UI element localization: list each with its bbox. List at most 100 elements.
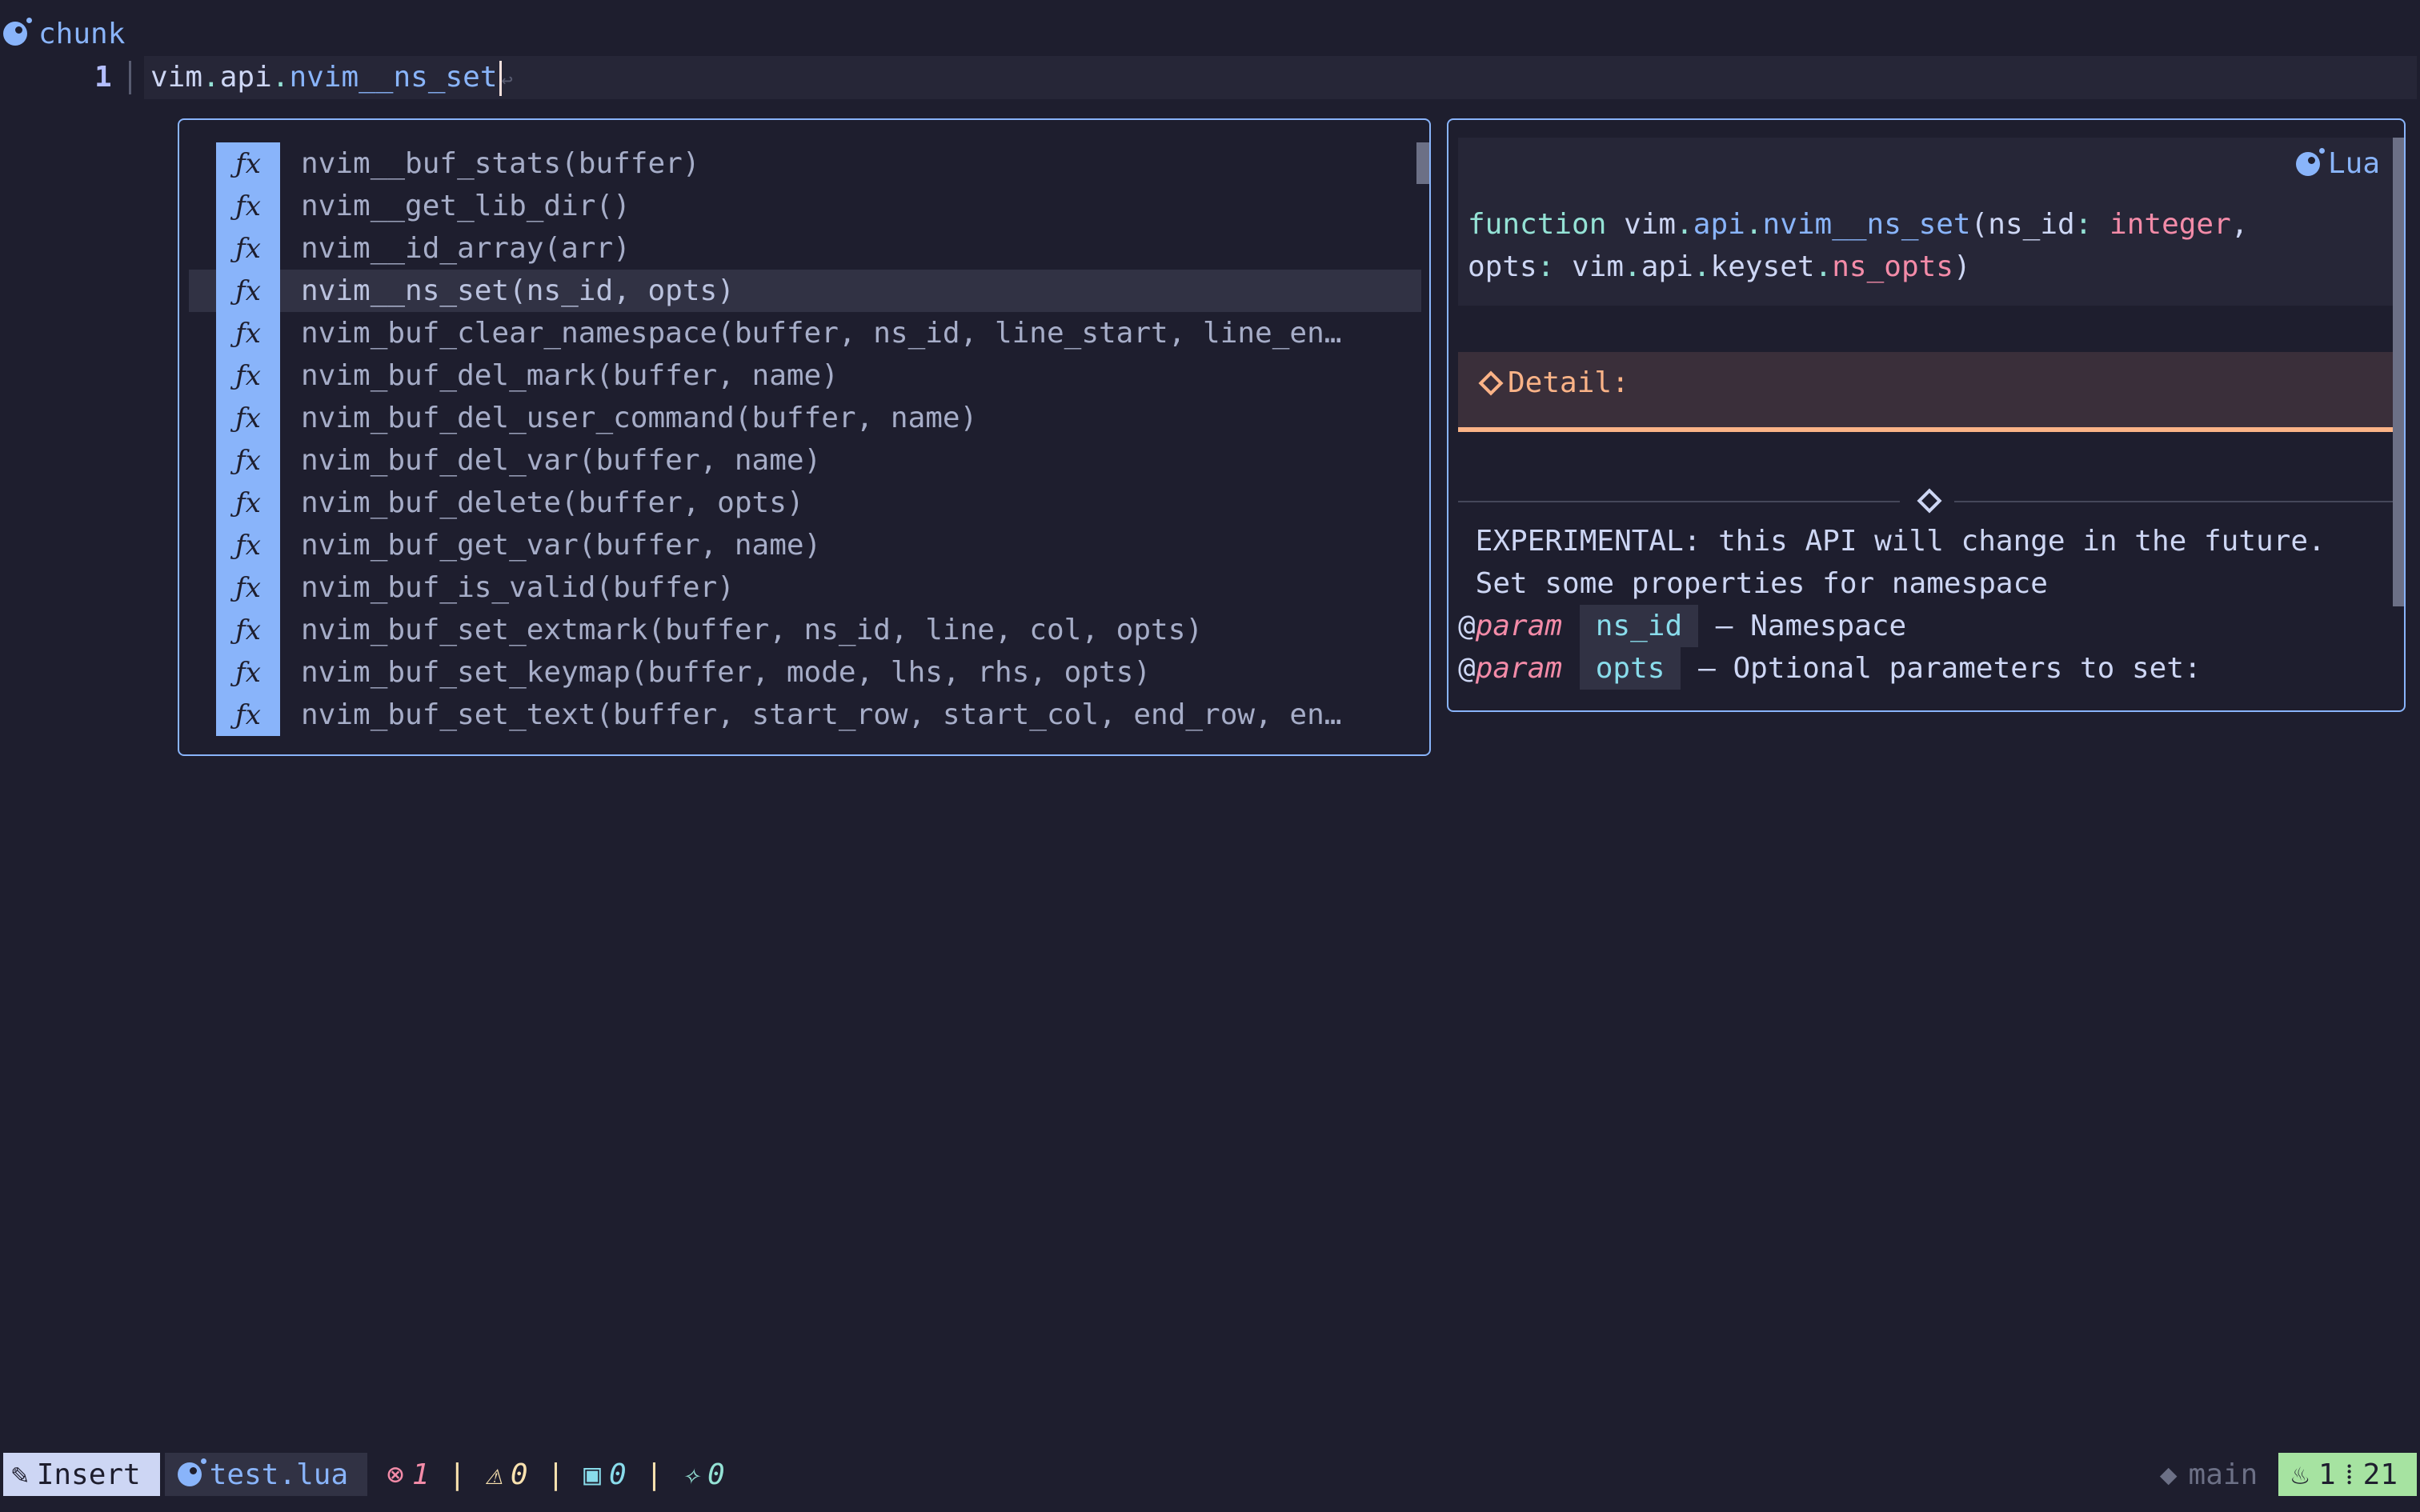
warning-count[interactable]: ⚠ 0 — [485, 1458, 527, 1491]
completion-scrollbar[interactable] — [1416, 142, 1429, 184]
completion-item[interactable]: ƒx nvim__ns_set(ns_id, opts) — [189, 270, 1421, 312]
git-branch[interactable]: ◆ main — [2160, 1458, 2258, 1491]
param-name: ns_id — [1579, 605, 1699, 647]
docs-scrollbar[interactable] — [2393, 138, 2404, 606]
function-icon: ƒx — [216, 185, 280, 227]
function-icon: ƒx — [216, 227, 280, 270]
warning-icon: ⚠ — [485, 1458, 503, 1491]
cursor-position: ♨ 1 ⁞ 21 — [2278, 1453, 2417, 1496]
completion-item-label: nvim_buf_del_mark(buffer, name) — [301, 359, 839, 392]
lua-icon — [177, 1458, 206, 1486]
completion-item-label: nvim__id_array(arr) — [301, 232, 631, 265]
hint-value: 0 — [707, 1458, 725, 1491]
completion-item[interactable]: ƒx nvim_buf_set_extmark(buffer, ns_id, li… — [189, 609, 1421, 651]
mode-label: Insert — [36, 1458, 141, 1491]
error-count[interactable]: ⊗ 1 — [387, 1458, 429, 1491]
function-icon: ƒx — [216, 397, 280, 439]
completion-item-label: nvim_buf_set_extmark(buffer, ns_id, line… — [301, 614, 1204, 646]
completion-item-label: nvim__ns_set(ns_id, opts) — [301, 274, 735, 307]
completion-item-label: nvim_buf_del_var(buffer, name) — [301, 444, 822, 477]
function-icon: ƒx — [216, 566, 280, 609]
mode-indicator: ✎ Insert — [3, 1453, 160, 1496]
eol-icon: ↩ — [501, 69, 513, 91]
completion-item[interactable]: ƒx nvim__get_lib_dir() — [189, 185, 1421, 227]
detail-section: Detail: — [1458, 352, 2396, 432]
param-desc: — Namespace — [1698, 610, 1907, 642]
completion-menu[interactable]: ƒx nvim__buf_stats(buffer) ƒx nvim__get_lib… — [178, 118, 1431, 756]
sig-module: vim — [1624, 208, 1677, 241]
editor-line[interactable]: 1 vim.api.nvim__ns_set ↩ — [0, 56, 2420, 99]
documentation-window[interactable]: Lua function vim.api.nvim__ns_set(ns_id:… — [1447, 118, 2406, 712]
completion-item-label: nvim_buf_set_keymap(buffer, mode, lhs, r… — [301, 656, 1152, 689]
git-branch-icon: ◆ — [2159, 1458, 2178, 1491]
sig-keyword: function — [1468, 208, 1607, 241]
function-icon: ƒx — [216, 651, 280, 694]
warning-value: 0 — [510, 1458, 528, 1491]
param-keyword: param — [1475, 652, 1563, 685]
detail-heading: Detail: — [1478, 366, 1629, 399]
sig-type: keyset — [1710, 250, 1815, 283]
section-separator — [1458, 488, 2396, 514]
function-icon: ƒx — [216, 609, 280, 651]
completion-item-label: nvim_buf_is_valid(buffer) — [301, 571, 735, 604]
pen-icon: ✎ — [11, 1458, 29, 1491]
file-label: test.lua — [209, 1458, 349, 1491]
error-icon: ⊗ — [387, 1458, 404, 1491]
completion-item[interactable]: ƒx nvim_buf_del_user_command(buffer, name… — [189, 397, 1421, 439]
completion-item-label: nvim_buf_clear_namespace(buffer, ns_id, … — [301, 317, 1342, 350]
function-icon: ƒx — [216, 694, 280, 736]
separator: | — [448, 1458, 467, 1491]
file-name[interactable]: test.lua — [164, 1453, 368, 1496]
diamond-icon — [1917, 488, 1942, 514]
info-value: 0 — [608, 1458, 627, 1491]
param-keyword: param — [1475, 610, 1563, 642]
diamond-icon — [1478, 370, 1504, 396]
sig-param: ns_id — [1988, 208, 2075, 241]
completion-item[interactable]: ƒx nvim_buf_get_var(buffer, name) — [189, 524, 1421, 566]
completion-item[interactable]: ƒx nvim_buf_set_keymap(buffer, mode, lhs,… — [189, 651, 1421, 694]
completion-item-label: nvim_buf_get_var(buffer, name) — [301, 529, 822, 562]
statusline: ✎ Insert test.lua ⊗ 1 | ⚠ 0 | ▣ 0 | ✧ 0 … — [0, 1453, 2420, 1496]
sig-type: vim — [1572, 250, 1625, 283]
completion-item-label: nvim__buf_stats(buffer) — [301, 147, 700, 180]
completion-item[interactable]: ƒx nvim_buf_del_var(buffer, name) — [189, 439, 1421, 482]
code-dot: . — [271, 61, 290, 94]
completion-item[interactable]: ƒx nvim__buf_stats(buffer) — [189, 142, 1421, 185]
column-value: 21 — [2362, 1458, 2398, 1491]
param-at: @ — [1458, 610, 1476, 642]
completion-item-label: nvim_buf_set_text(buffer, start_row, sta… — [301, 698, 1342, 731]
function-icon: ƒx — [216, 439, 280, 482]
sig-function-name: nvim__ns_set — [1762, 208, 1971, 241]
lua-icon — [3, 18, 32, 46]
line-value: 1 — [2318, 1458, 2336, 1491]
info-count[interactable]: ▣ 0 — [583, 1458, 626, 1491]
lua-icon — [2295, 147, 2325, 176]
sig-param: opts — [1468, 250, 1537, 283]
doc-text: EXPERIMENTAL: this API will change in th… — [1458, 525, 2326, 558]
branch-label: main — [2188, 1458, 2258, 1491]
function-icon: ƒx — [216, 524, 280, 566]
function-icon: ƒx — [216, 270, 280, 312]
completion-item[interactable]: ƒx nvim_buf_is_valid(buffer) — [189, 566, 1421, 609]
code-text[interactable]: vim.api.nvim__ns_set ↩ — [150, 56, 513, 102]
winbar-title: chunk — [38, 17, 126, 50]
completion-item[interactable]: ƒx nvim_buf_set_text(buffer, start_row, s… — [189, 694, 1421, 736]
statusline-right: ◆ main ♨ 1 ⁞ 21 — [2160, 1453, 2420, 1496]
completion-item[interactable]: ƒx nvim_buf_del_mark(buffer, name) — [189, 354, 1421, 397]
completion-item[interactable]: ƒx nvim__id_array(arr) — [189, 227, 1421, 270]
signature-block: Lua function vim.api.nvim__ns_set(ns_id:… — [1458, 138, 2396, 306]
language-name: Lua — [2327, 147, 2380, 180]
detail-divider — [1458, 427, 2396, 432]
code-function: nvim__ns_set — [289, 61, 498, 94]
code-api: api — [219, 61, 272, 94]
param-name: opts — [1579, 647, 1681, 690]
function-icon: ƒx — [216, 312, 280, 354]
hint-count[interactable]: ✧ 0 — [682, 1458, 724, 1491]
doc-param-line: @param opts — Optional parameters to set… — [1458, 647, 2202, 690]
completion-item[interactable]: ƒx nvim_buf_clear_namespace(buffer, ns_id… — [189, 312, 1421, 354]
code-dot: . — [202, 61, 220, 94]
sig-type: integer — [2109, 208, 2231, 241]
completion-item[interactable]: ƒx nvim_buf_delete(buffer, opts) — [189, 482, 1421, 524]
completion-item-label: nvim_buf_del_user_command(buffer, name) — [301, 402, 978, 434]
param-at: @ — [1458, 652, 1476, 685]
